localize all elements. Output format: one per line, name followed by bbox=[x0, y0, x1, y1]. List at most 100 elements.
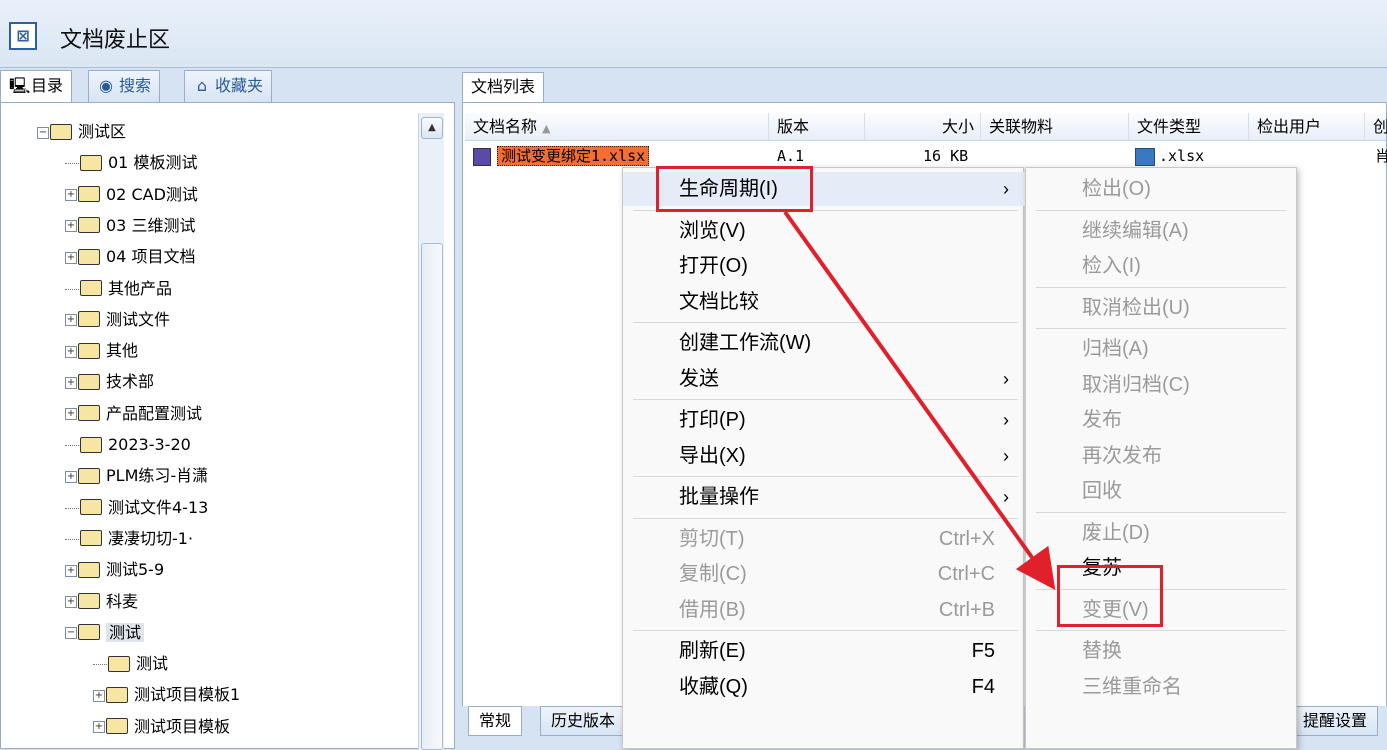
menu-item[interactable]: 文档比较 bbox=[623, 285, 1025, 319]
menu-item-label: 收藏(Q) bbox=[679, 675, 748, 698]
tree-node[interactable]: + 科麦 bbox=[65, 589, 138, 615]
folder-icon bbox=[78, 342, 100, 359]
tree-node-label: 03 三维测试 bbox=[106, 215, 196, 235]
submenu-item[interactable]: 废止(D) bbox=[1026, 516, 1298, 550]
submenu-item[interactable]: 复苏 bbox=[1026, 551, 1298, 585]
column-header-checkout-user[interactable]: 检出用户 bbox=[1249, 113, 1365, 141]
menu-separator bbox=[633, 630, 1018, 631]
tree-node-label: 2023-3-20 bbox=[108, 435, 191, 454]
expand-icon[interactable]: + bbox=[65, 376, 77, 389]
tab-general[interactable]: 常规 bbox=[468, 706, 523, 736]
tree-node[interactable]: + 技术部 bbox=[65, 369, 154, 395]
tree-node[interactable]: + 测试项目模板1 bbox=[93, 682, 240, 708]
submenu-item[interactable]: 替换 bbox=[1026, 634, 1298, 668]
tree-node[interactable]: − 测试区 bbox=[37, 119, 126, 145]
tree-node-label: 测试文件 bbox=[106, 309, 171, 329]
submenu-item[interactable]: 变更(V) bbox=[1026, 593, 1298, 627]
menu-item[interactable]: 借用(B) Ctrl+B bbox=[623, 593, 1025, 627]
submenu-arrow-icon: › bbox=[1003, 410, 1009, 430]
expand-icon[interactable]: + bbox=[65, 564, 77, 577]
cell-type: .xlsx bbox=[1135, 143, 1204, 169]
tree-node[interactable]: 凄凄切切-1· bbox=[65, 526, 193, 552]
menu-item[interactable]: 收藏(Q) F4 bbox=[623, 670, 1025, 704]
column-header-version[interactable]: 版本 bbox=[769, 113, 865, 141]
menu-item[interactable]: 创建工作流(W) bbox=[623, 326, 1025, 360]
submenu-item[interactable]: 检入(I) bbox=[1026, 249, 1298, 283]
menu-item[interactable]: 生命周期(I) › bbox=[623, 172, 1025, 206]
submenu-item[interactable]: 取消检出(U) bbox=[1026, 291, 1298, 325]
tree-node-label: PLM练习-肖潇 bbox=[106, 466, 209, 486]
tree-node[interactable]: − 测试 bbox=[65, 620, 145, 646]
column-header-name[interactable]: 文档名称 ▲ bbox=[465, 113, 769, 141]
collapse-icon[interactable]: − bbox=[65, 627, 77, 640]
favorites-icon: ⌂ bbox=[196, 76, 208, 95]
tree-node[interactable]: +04 项目文档 bbox=[65, 244, 195, 270]
scroll-up-button[interactable]: ▲ bbox=[421, 117, 443, 139]
submenu-item[interactable]: 发布 bbox=[1026, 403, 1298, 437]
menu-item[interactable]: 打印(P) › bbox=[623, 403, 1025, 437]
submenu-item[interactable]: 再次发布 bbox=[1026, 439, 1298, 473]
column-header-size[interactable]: 大小 bbox=[865, 113, 981, 141]
tab-reminder-settings[interactable]: 提醒设置 bbox=[1292, 706, 1379, 736]
menu-separator bbox=[1036, 588, 1286, 590]
tree-node[interactable]: 2023-3-20 bbox=[65, 432, 191, 458]
table-row[interactable]: 测试变更绑定1.xlsx A.1 16 KB .xlsx 肖 bbox=[465, 143, 1387, 169]
menu-item[interactable]: 打开(O) bbox=[623, 249, 1025, 283]
cell-name[interactable]: 测试变更绑定1.xlsx bbox=[473, 143, 650, 169]
menu-item[interactable]: 导出(X) › bbox=[623, 439, 1025, 473]
column-header-creator[interactable]: 创 bbox=[1365, 113, 1387, 141]
expand-icon[interactable]: + bbox=[65, 220, 77, 233]
submenu-item[interactable]: 继续编辑(A) bbox=[1026, 214, 1298, 248]
submenu-arrow-icon: › bbox=[1003, 487, 1009, 507]
menu-item[interactable]: 浏览(V) bbox=[623, 214, 1025, 248]
tree-node[interactable]: +02 CAD测试 bbox=[65, 182, 198, 208]
tree-node[interactable]: + 测试项目模板 bbox=[93, 714, 230, 740]
expand-icon[interactable]: + bbox=[65, 314, 77, 327]
expand-icon[interactable]: + bbox=[65, 251, 77, 264]
tree-node[interactable]: 01 模板测试 bbox=[65, 150, 197, 176]
expand-icon[interactable]: + bbox=[65, 345, 77, 358]
expand-icon[interactable]: + bbox=[65, 408, 77, 421]
tab-favorites[interactable]: ⌂ 收藏夹 bbox=[184, 70, 273, 102]
menu-separator bbox=[633, 399, 1018, 400]
tree-scrollbar[interactable]: ▲ bbox=[418, 113, 444, 750]
tab-history[interactable]: 历史版本 bbox=[540, 706, 627, 736]
menu-item[interactable]: 批量操作 › bbox=[623, 480, 1025, 514]
tab-search[interactable]: ◉ 搜索 bbox=[88, 70, 161, 102]
column-header-type[interactable]: 文件类型 bbox=[1129, 113, 1249, 141]
tree-node[interactable]: + 其他 bbox=[65, 338, 138, 364]
menu-item[interactable]: 刷新(E) F5 bbox=[623, 634, 1025, 668]
tree-node[interactable]: + PLM练习-肖潇 bbox=[65, 463, 208, 489]
tab-document-list[interactable]: 文档列表 bbox=[462, 72, 545, 102]
folder-icon bbox=[80, 499, 102, 516]
submenu-item[interactable]: 检出(O) bbox=[1026, 172, 1298, 206]
submenu-item[interactable]: 归档(A) bbox=[1026, 332, 1298, 366]
tree-connector bbox=[93, 664, 107, 666]
expand-icon[interactable]: + bbox=[93, 721, 105, 734]
tree-node[interactable]: + 产品配置测试 bbox=[65, 401, 202, 427]
menu-item[interactable]: 剪切(T) Ctrl+X bbox=[623, 522, 1025, 556]
column-header-material[interactable]: 关联物料 bbox=[981, 113, 1129, 141]
tree-node[interactable]: 其他产品 bbox=[65, 276, 172, 302]
expand-icon[interactable]: + bbox=[65, 596, 77, 608]
submenu-item[interactable]: 回收 bbox=[1026, 474, 1298, 508]
submenu-item[interactable]: 三维重命名 bbox=[1026, 670, 1298, 704]
expand-icon[interactable]: + bbox=[65, 189, 77, 202]
excel-file-icon bbox=[473, 147, 491, 166]
collapse-icon[interactable]: − bbox=[37, 126, 49, 139]
menu-item-label: 文档比较 bbox=[679, 290, 759, 313]
scroll-thumb[interactable] bbox=[421, 243, 443, 750]
tab-directory[interactable]: 🖳目录 bbox=[0, 70, 73, 104]
tree-node[interactable]: 测试 bbox=[93, 651, 168, 677]
menu-item[interactable]: 发送 › bbox=[623, 362, 1025, 396]
tree-node[interactable]: + 测试5-9 bbox=[65, 557, 164, 583]
tree-node[interactable]: 测试文件4-13 bbox=[65, 495, 208, 521]
submenu-item[interactable]: 取消归档(C) bbox=[1026, 368, 1298, 402]
tree-connector bbox=[65, 538, 79, 540]
menu-separator bbox=[1036, 630, 1286, 631]
menu-item[interactable]: 复制(C) Ctrl+C bbox=[623, 557, 1025, 591]
expand-icon[interactable]: + bbox=[93, 689, 105, 702]
expand-icon[interactable]: + bbox=[65, 470, 77, 483]
tree-node[interactable]: + 测试文件 bbox=[65, 307, 170, 333]
tree-node[interactable]: +03 三维测试 bbox=[65, 213, 195, 239]
